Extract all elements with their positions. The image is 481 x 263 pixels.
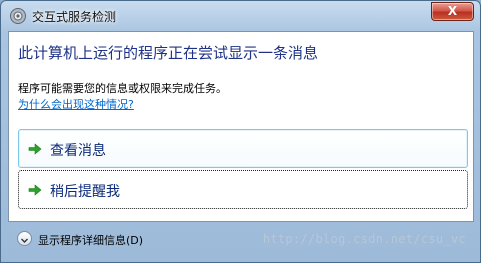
chevron-down-icon	[21, 238, 28, 243]
window-title: 交互式服务检测	[32, 10, 117, 24]
service-app-icon	[9, 7, 27, 25]
description-text: 程序可能需要您的信息或权限来完成任务。	[18, 82, 227, 95]
content-panel: 此计算机上运行的程序正在尝试显示一条消息 程序可能需要您的信息或权限来完成任务。…	[8, 31, 474, 222]
help-link[interactable]: 为什么会出现这种情况?	[18, 96, 134, 112]
dialog-window: 交互式服务检测 X 此计算机上运行的程序正在尝试显示一条消息 程序可能需要您的信…	[0, 0, 481, 263]
view-message-label: 查看消息	[50, 143, 106, 159]
footer-area: 显示程序详细信息(D) http://blog.csdn.net/csu_vc	[8, 223, 474, 257]
show-details-toggle[interactable]	[17, 231, 32, 246]
green-arrow-icon	[28, 183, 42, 197]
show-details-label[interactable]: 显示程序详细信息(D)	[38, 232, 143, 248]
title-bar[interactable]: 交互式服务检测 X	[1, 1, 480, 31]
view-message-button[interactable]: 查看消息	[18, 129, 468, 168]
green-arrow-icon	[28, 142, 42, 156]
remind-later-label: 稍后提醒我	[50, 184, 120, 200]
main-instruction: 此计算机上运行的程序正在尝试显示一条消息	[18, 44, 319, 62]
watermark-text: http://blog.csdn.net/csu_vc	[262, 232, 466, 246]
remind-later-button[interactable]: 稍后提醒我	[18, 170, 468, 209]
close-button[interactable]: X	[431, 2, 474, 21]
